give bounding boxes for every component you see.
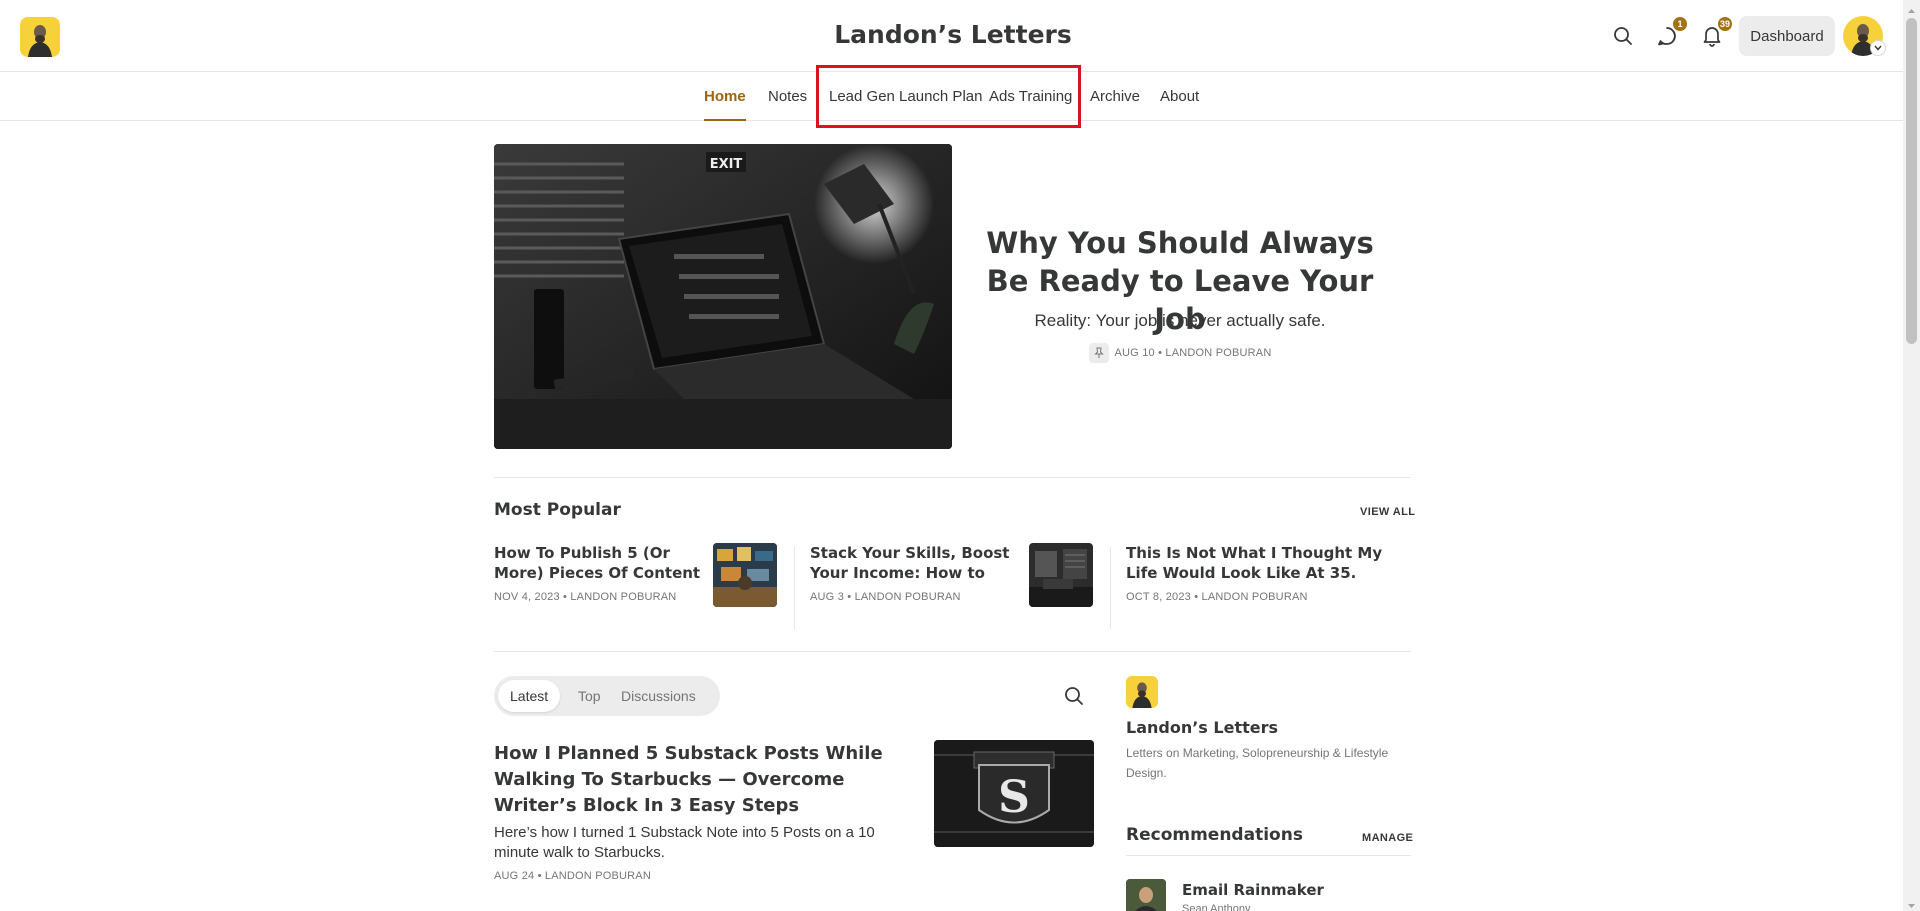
popular-item[interactable]: How To Publish 5 (Or More) Pieces Of Con… (494, 543, 778, 629)
hero-subtitle: Reality: Your job is never actually safe… (1034, 311, 1326, 330)
post-meta: AUG 24 • LANDON POBURAN (494, 870, 651, 882)
bell-icon[interactable]: 39 (1696, 15, 1734, 52)
scrollbar-thumb[interactable] (1906, 18, 1917, 344)
view-all-link[interactable]: VIEW ALL (1360, 506, 1415, 518)
nav-home[interactable]: Home (704, 73, 746, 121)
popular-item-title[interactable]: Stack Your Skills, Boost Your Income: Ho… (810, 543, 1020, 583)
nav-archive[interactable]: Archive (1090, 73, 1140, 121)
tab-discussions[interactable]: Discussions (609, 680, 708, 712)
tab-top[interactable]: Top (566, 680, 613, 712)
popular-item-meta: AUG 3 • LANDON POBURAN (810, 591, 961, 603)
popular-item-thumbnail[interactable] (1029, 543, 1093, 607)
hero-image[interactable]: EXIT (494, 144, 952, 449)
post-subtitle: Here’s how I turned 1 Substack Note into… (494, 824, 875, 861)
publication-description: Letters on Marketing, Solopreneurship & … (1126, 746, 1389, 780)
divider (494, 477, 1411, 478)
post-title[interactable]: How I Planned 5 Substack Posts While Wal… (494, 741, 914, 819)
chat-badge: 1 (1671, 15, 1689, 33)
popular-item-meta: NOV 4, 2023 • LANDON POBURAN (494, 591, 677, 603)
exit-sign: EXIT (710, 157, 743, 172)
pin-icon (1088, 343, 1109, 363)
recommendations-title: Recommendations (1126, 825, 1303, 845)
nav-notes[interactable]: Notes (768, 73, 807, 121)
chat-icon[interactable]: 1 (1651, 15, 1689, 52)
scroll-up-icon[interactable] (1906, 3, 1917, 13)
notifications-badge: 39 (1715, 15, 1734, 33)
popular-item[interactable]: This Is Not What I Thought My Life Would… (1126, 543, 1411, 629)
publication-name[interactable]: Landon’s Letters (1126, 718, 1278, 737)
manage-link[interactable]: MANAGE (1362, 832, 1413, 844)
divider (1110, 547, 1111, 629)
highlight-annotation (816, 65, 1081, 128)
recommendation-author: Sean Anthony (1182, 903, 1251, 911)
publication-logo[interactable] (1126, 676, 1158, 708)
popular-item[interactable]: Stack Your Skills, Boost Your Income: Ho… (810, 543, 1094, 629)
hero-byline: AUG 10 • LANDON POBURAN (1114, 347, 1272, 359)
dashboard-button[interactable]: Dashboard (1739, 16, 1835, 56)
search-icon[interactable] (1058, 680, 1090, 712)
popular-item-title[interactable]: This Is Not What I Thought My Life Would… (1126, 543, 1411, 583)
most-popular-title: Most Popular (494, 500, 621, 520)
divider (494, 651, 1411, 652)
hero-meta: AUG 10 • LANDON POBURAN (970, 343, 1390, 363)
divider (794, 547, 795, 629)
feed-tabs: Latest Top Discussions (494, 676, 720, 716)
top-bar: Landon’s Letters 1 39 Dashboard (0, 0, 1920, 72)
search-icon[interactable] (1607, 20, 1639, 52)
popular-item-title[interactable]: How To Publish 5 (Or More) Pieces Of Con… (494, 543, 704, 583)
nav-about[interactable]: About (1160, 73, 1199, 121)
post-image-letter: S (998, 772, 1030, 823)
tab-latest[interactable]: Latest (498, 680, 561, 712)
divider (1126, 855, 1411, 856)
chevron-down-icon[interactable] (1870, 40, 1886, 56)
popular-item-thumbnail[interactable] (713, 543, 777, 607)
recommendation-avatar[interactable] (1126, 879, 1166, 911)
recommendation-name[interactable]: Email Rainmaker (1182, 881, 1324, 899)
post-thumbnail[interactable]: S (934, 740, 1094, 847)
popular-item-meta: OCT 8, 2023 • LANDON POBURAN (1126, 591, 1308, 603)
scroll-down-icon[interactable] (1906, 898, 1917, 908)
